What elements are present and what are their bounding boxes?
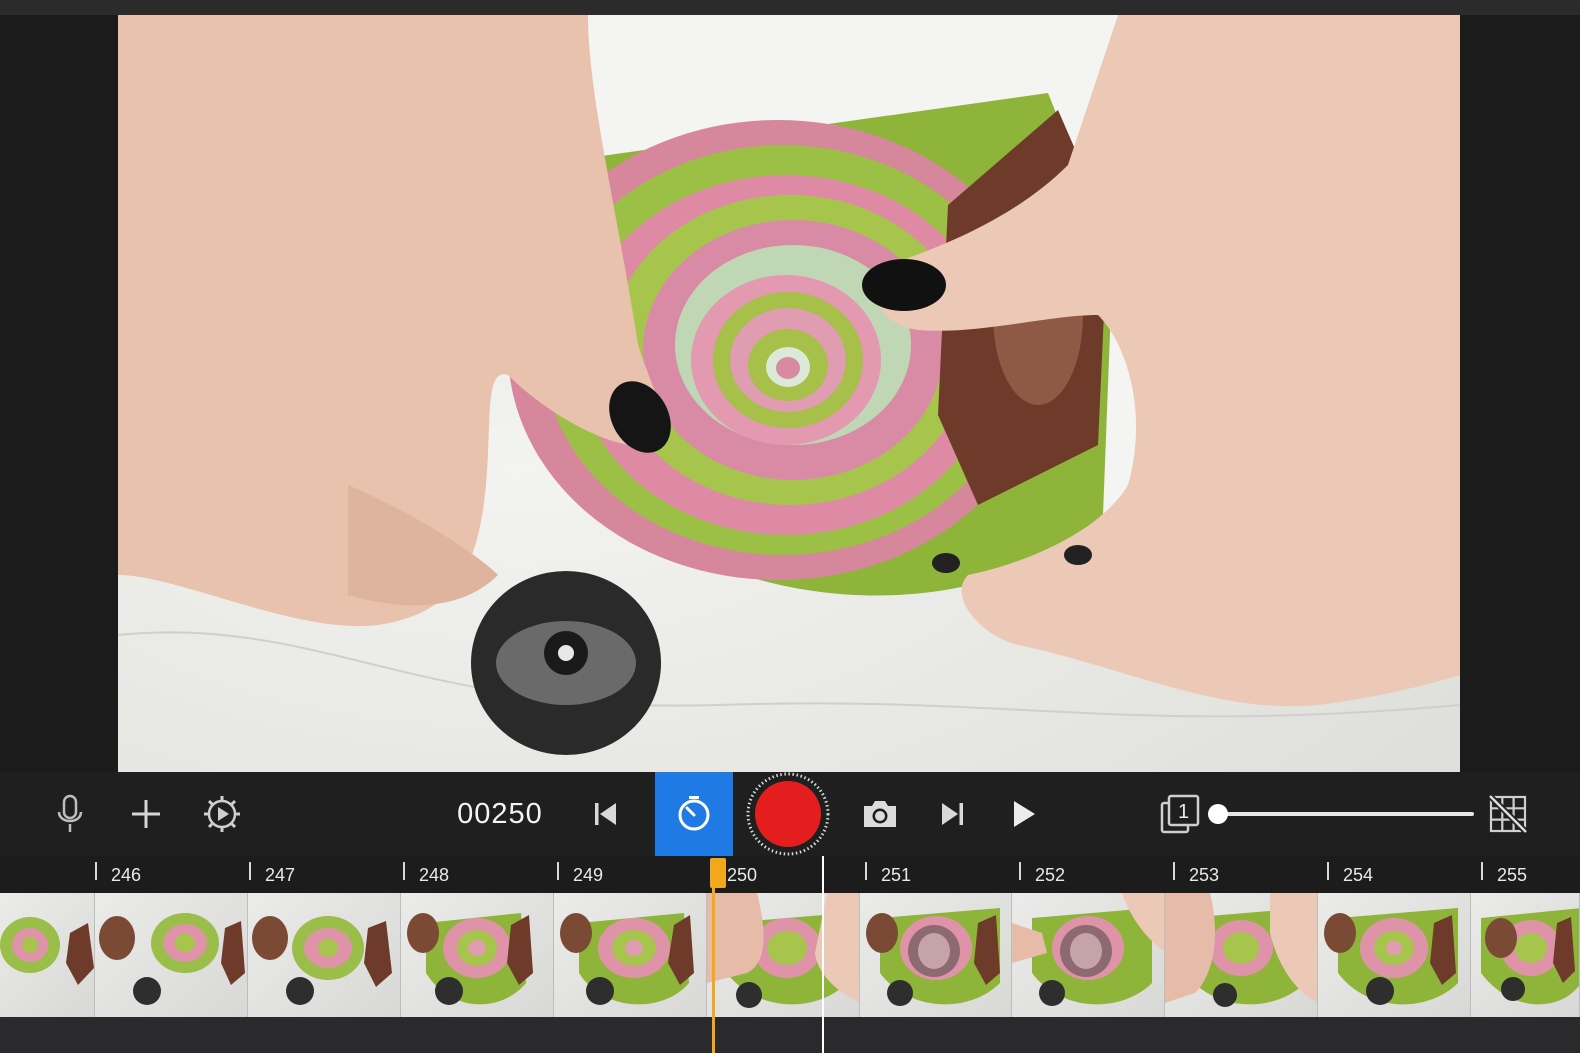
frame-thumbnail[interactable] xyxy=(553,893,707,1017)
frame-label-current: 250 xyxy=(727,865,758,885)
frame-label: 254 xyxy=(1343,865,1374,885)
frame-thumbnail[interactable] xyxy=(248,893,401,1017)
frame-label: 251 xyxy=(881,865,912,885)
frame-thumbnail[interactable] xyxy=(95,893,249,1017)
frame-ruler: 246 247 248 249 250 251 252 253 254 255 xyxy=(0,856,1580,893)
grid-off-icon[interactable] xyxy=(1484,790,1532,838)
frame-label: 255 xyxy=(1497,865,1528,885)
onion-skin-slider-track[interactable] xyxy=(1218,812,1474,816)
frame-thumbnail[interactable] xyxy=(1012,893,1166,1017)
camera-viewer xyxy=(0,15,1580,772)
frame-thumbnail[interactable] xyxy=(1318,893,1471,1017)
record-button[interactable] xyxy=(746,772,830,856)
frame-thumbnail[interactable] xyxy=(1470,893,1580,1017)
skip-forward-icon[interactable] xyxy=(930,792,974,836)
frame-thumbnail[interactable] xyxy=(0,893,96,1017)
frame-thumbnails xyxy=(0,893,1580,1017)
playhead-handle[interactable] xyxy=(710,858,726,888)
timer-icon xyxy=(678,796,710,831)
audio-track-area[interactable] xyxy=(0,1017,1580,1053)
frame-thumbnail[interactable] xyxy=(706,893,860,1017)
microphone-icon[interactable] xyxy=(48,792,92,836)
onion-skin-frames-icon[interactable]: 1 xyxy=(1156,790,1204,838)
scene-illustration xyxy=(118,15,1460,755)
capture-toolbar: 00250 1 xyxy=(0,772,1580,856)
svg-text:1: 1 xyxy=(1178,801,1189,823)
frame-label: 249 xyxy=(573,865,604,885)
frame-thumbnail[interactable] xyxy=(859,893,1013,1017)
gear-play-icon[interactable] xyxy=(200,792,244,836)
frame-counter: 00250 xyxy=(457,798,543,830)
top-bar xyxy=(0,0,1580,15)
live-camera-frame xyxy=(118,15,1460,772)
frame-label: 248 xyxy=(419,865,450,885)
frame-label: 253 xyxy=(1189,865,1220,885)
plus-icon[interactable] xyxy=(124,792,168,836)
onion-skin-slider-knob[interactable] xyxy=(1208,804,1228,824)
timer-button[interactable] xyxy=(655,772,733,856)
skip-back-icon[interactable] xyxy=(584,792,628,836)
frame-timeline[interactable]: 246 247 248 249 250 251 252 253 254 255 xyxy=(0,856,1580,1053)
record-icon xyxy=(746,772,830,856)
frame-thumbnail[interactable] xyxy=(1165,893,1319,1017)
playhead-line[interactable] xyxy=(712,886,715,1053)
frame-label: 252 xyxy=(1035,865,1066,885)
frame-label: 247 xyxy=(265,865,296,885)
frame-label: 246 xyxy=(111,865,142,885)
play-icon[interactable] xyxy=(1002,792,1046,836)
camera-icon[interactable] xyxy=(858,792,902,836)
live-frame-marker xyxy=(822,856,824,1053)
frame-thumbnail[interactable] xyxy=(400,893,554,1017)
